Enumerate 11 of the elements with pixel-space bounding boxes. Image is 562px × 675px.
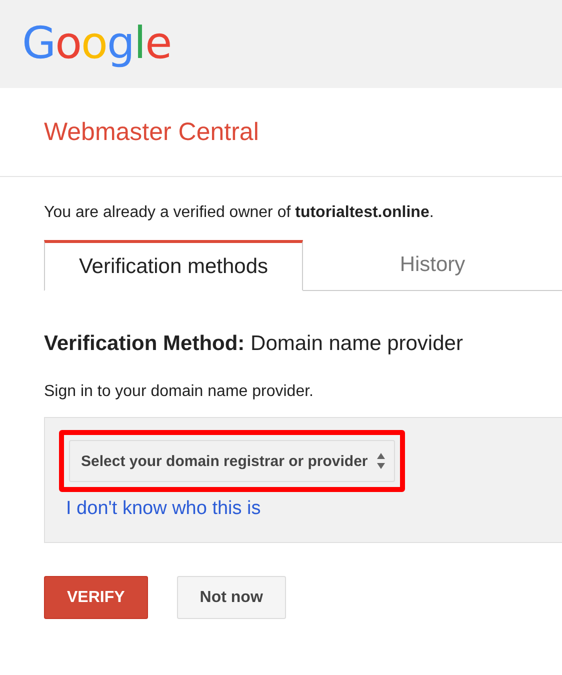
ownership-note: You are already a verified owner of tutorialtest.online. <box>44 204 435 222</box>
verify-button[interactable]: VERIFY <box>44 576 148 619</box>
not-now-button[interactable]: Not now <box>176 576 286 619</box>
page-title: Webmaster Central <box>44 118 259 146</box>
provider-select[interactable]: Select your domain registrar or provider <box>69 440 395 482</box>
google-logo: Google <box>22 22 172 66</box>
help-link[interactable]: I don't know who this is <box>66 498 261 520</box>
instruction-text: Sign in to your domain name provider. <box>44 383 314 401</box>
updown-icon <box>376 452 386 470</box>
tab[interactable]: Verification methods <box>44 240 303 291</box>
method-heading: Verification Method: Domain name provider <box>44 332 464 356</box>
